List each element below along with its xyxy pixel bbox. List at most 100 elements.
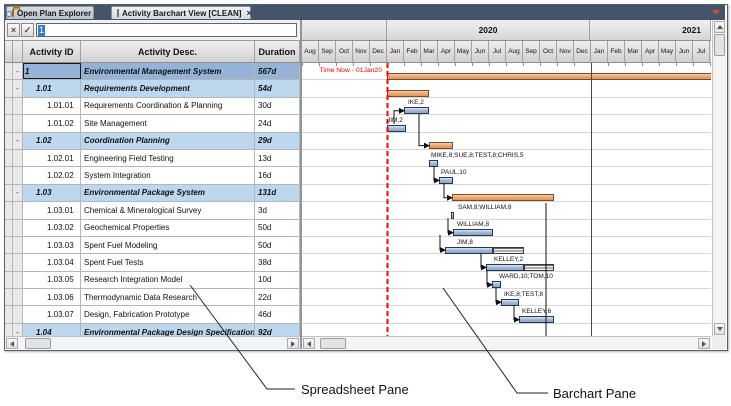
- spreadsheet-hscrollbar[interactable]: [5, 336, 300, 349]
- cell-activity-id[interactable]: 1.01.02: [23, 115, 81, 131]
- bar-resource-label: MIKE,8;SUE,8;TEST,8;CHRIS,5: [431, 152, 523, 159]
- relationship-link: [481, 253, 486, 267]
- table-row: 1.03.01Chemical & Mineralogical Survey3d: [5, 202, 300, 219]
- collapse-toggle[interactable]: -: [13, 63, 23, 79]
- barchart-pane-callout-label: Barchart Pane: [553, 386, 636, 401]
- cell-activity-id[interactable]: 1.03.03: [23, 237, 81, 253]
- cell-activity-id[interactable]: 1.03: [23, 185, 81, 201]
- timescale-months: AugSepOctNovDecJanFebMarAprMayJunJulAugS…: [302, 41, 711, 63]
- cell-activity-desc[interactable]: Site Management: [81, 115, 255, 131]
- cell-activity-id[interactable]: 1.02: [23, 133, 81, 149]
- cell-edit-input[interactable]: 1: [36, 23, 297, 37]
- collapse-toggle[interactable]: -: [13, 80, 23, 96]
- cell-duration[interactable]: 24d: [255, 115, 300, 131]
- row-gutter: [5, 63, 13, 79]
- cell-activity-desc[interactable]: Environmental Package System: [81, 185, 255, 201]
- header-gutter: [5, 41, 13, 62]
- tab-explorer[interactable]: Open Plan Explorer: [6, 6, 94, 19]
- relationship-link: [440, 235, 445, 250]
- cell-duration[interactable]: 92d: [255, 324, 300, 336]
- month-cell: Nov: [557, 41, 574, 62]
- scroll-thumb[interactable]: [320, 338, 346, 349]
- cell-activity-desc[interactable]: Requirements Development: [81, 80, 255, 96]
- collapse-toggle[interactable]: -: [13, 133, 23, 149]
- scroll-right-button[interactable]: [698, 338, 710, 349]
- scroll-thumb[interactable]: [25, 338, 51, 349]
- cell-activity-desc[interactable]: Geochemical Properties: [81, 220, 255, 236]
- cell-activity-id[interactable]: 1.02.01: [23, 150, 81, 166]
- cell-duration[interactable]: 567d: [255, 63, 300, 79]
- collapse-toggle[interactable]: -: [13, 324, 23, 336]
- scroll-up-button[interactable]: [714, 21, 725, 33]
- table-row: -1.01Requirements Development54d: [5, 80, 300, 97]
- scroll-left-button[interactable]: [303, 338, 315, 349]
- cell-duration[interactable]: 30d: [255, 98, 300, 114]
- cell-duration[interactable]: 131d: [255, 185, 300, 201]
- cell-duration[interactable]: 46d: [255, 306, 300, 322]
- cell-activity-id[interactable]: 1.03.04: [23, 254, 81, 270]
- cell-activity-desc[interactable]: Environmental Management System: [81, 63, 255, 79]
- table-row: 1.03.05Research Integration Model10d: [5, 272, 300, 289]
- table-row: 1.01.02Site Management24d: [5, 115, 300, 132]
- cell-duration[interactable]: 13d: [255, 150, 300, 166]
- cell-activity-desc[interactable]: System Integration: [81, 167, 255, 183]
- barchart-hscrollbar[interactable]: [302, 336, 711, 349]
- check-icon: ✓: [24, 25, 32, 36]
- cell-activity-id[interactable]: 1.03.02: [23, 220, 81, 236]
- cell-activity-desc[interactable]: Engineering Field Testing: [81, 150, 255, 166]
- cell-activity-id[interactable]: 1.03.05: [23, 272, 81, 288]
- month-cell: Dec: [370, 41, 387, 62]
- relationship-link: [448, 218, 453, 233]
- cell-duration[interactable]: 29d: [255, 133, 300, 149]
- month-cell: Oct: [336, 41, 353, 62]
- scroll-left-button[interactable]: [6, 338, 18, 349]
- month-cell: Oct: [540, 41, 557, 62]
- cell-duration[interactable]: 54d: [255, 80, 300, 96]
- row-gutter: [5, 254, 13, 270]
- cell-activity-id[interactable]: 1.01: [23, 80, 81, 96]
- cell-activity-id[interactable]: 1.03.01: [23, 202, 81, 218]
- cell-activity-desc[interactable]: Chemical & Mineralogical Survey: [81, 202, 255, 218]
- table-row: 1.02.02System Integration16d: [5, 167, 300, 184]
- relationship-link: [496, 288, 501, 302]
- cell-activity-id[interactable]: 1.04: [23, 324, 81, 336]
- table-row: 1.03.06Thermodynamic Data Research22d: [5, 289, 300, 306]
- cell-activity-id[interactable]: 1.03.07: [23, 306, 81, 322]
- cell-activity-id[interactable]: 1.01.01: [23, 98, 81, 114]
- barchart-vscrollbar[interactable]: [712, 20, 726, 336]
- cell-activity-desc[interactable]: Requirements Coordination & Planning: [81, 98, 255, 114]
- cell-activity-desc[interactable]: Spent Fuel Modeling: [81, 237, 255, 253]
- collapse-toggle[interactable]: -: [13, 185, 23, 201]
- cell-duration[interactable]: 16d: [255, 167, 300, 183]
- cell-activity-desc[interactable]: Environmental Package Design Specificati…: [81, 324, 255, 336]
- cell-duration[interactable]: 3d: [255, 202, 300, 218]
- cell-activity-desc[interactable]: Thermodynamic Data Research: [81, 289, 255, 305]
- tab-overflow-arrow-icon[interactable]: [712, 10, 720, 15]
- scroll-down-button[interactable]: [714, 323, 725, 335]
- month-cell: Nov: [353, 41, 370, 62]
- month-cell: Jul: [489, 41, 506, 62]
- selected-text: 1: [38, 25, 45, 36]
- cell-activity-desc[interactable]: Coordination Planning: [81, 133, 255, 149]
- cell-activity-id[interactable]: 1.03.06: [23, 289, 81, 305]
- row-gutter: [13, 220, 23, 236]
- cell-activity-desc[interactable]: Research Integration Model: [81, 272, 255, 288]
- scroll-thumb[interactable]: [714, 34, 725, 56]
- row-gutter: [5, 237, 13, 253]
- cell-duration[interactable]: 50d: [255, 237, 300, 253]
- cancel-edit-button[interactable]: ×: [7, 23, 20, 37]
- cell-activity-desc[interactable]: Design, Fabrication Prototype: [81, 306, 255, 322]
- cell-activity-id[interactable]: 1.02.02: [23, 167, 81, 183]
- cell-activity-desc[interactable]: Spent Fuel Tests: [81, 254, 255, 270]
- tab-barchart-view[interactable]: Activity Barchart View [CLEAN]×: [111, 6, 251, 19]
- column-header: Activity ID: [23, 41, 81, 62]
- cell-activity-id[interactable]: 1: [23, 63, 81, 79]
- cell-duration[interactable]: 50d: [255, 220, 300, 236]
- cell-duration[interactable]: 38d: [255, 254, 300, 270]
- bar-resource-label: WILLIAM,8: [457, 221, 489, 228]
- cell-duration[interactable]: 10d: [255, 272, 300, 288]
- cell-duration[interactable]: 22d: [255, 289, 300, 305]
- accept-edit-button[interactable]: ✓: [21, 23, 34, 37]
- scroll-right-button[interactable]: [287, 338, 299, 349]
- close-icon[interactable]: ×: [246, 9, 251, 17]
